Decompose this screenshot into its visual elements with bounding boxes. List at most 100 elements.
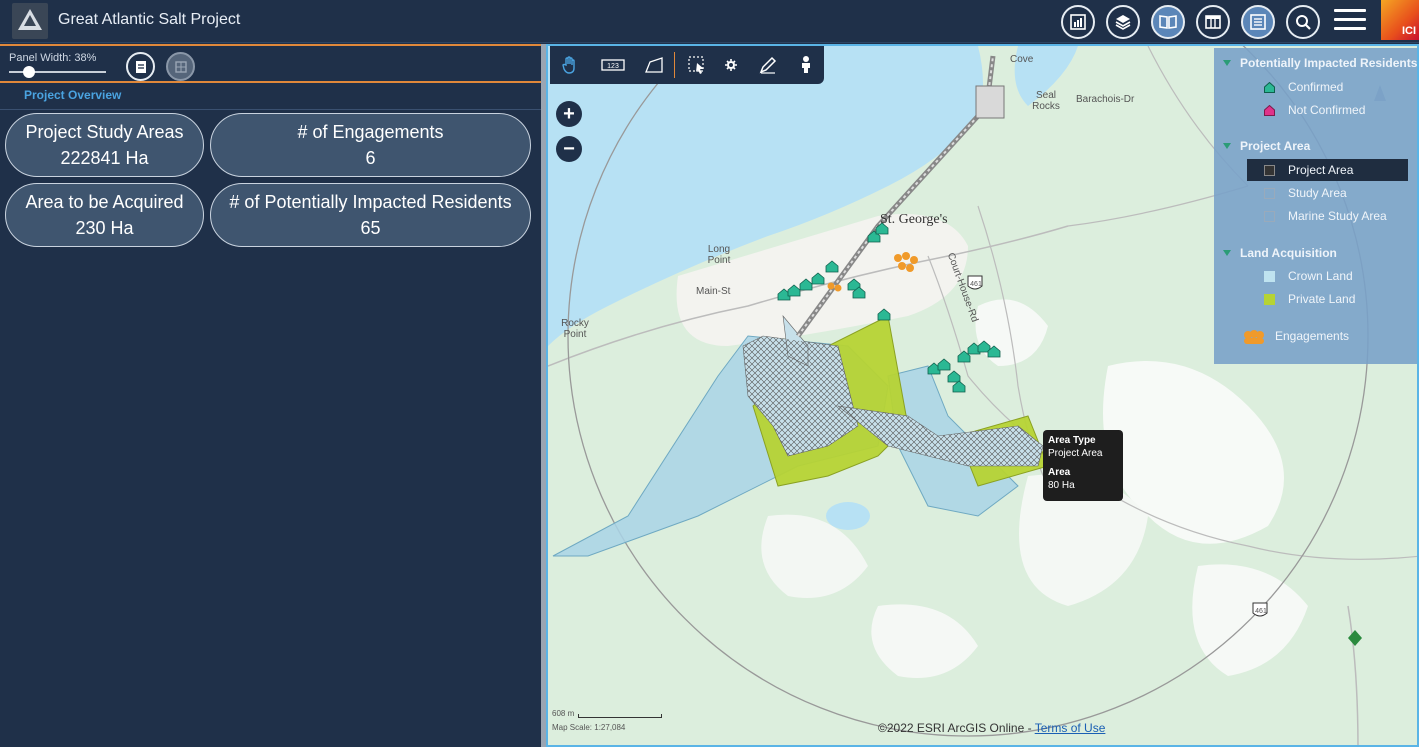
tab-project-overview[interactable]: Project Overview bbox=[24, 88, 121, 102]
street-view-tool[interactable] bbox=[795, 55, 817, 75]
list-button[interactable] bbox=[1241, 5, 1275, 39]
menu-button[interactable] bbox=[1334, 9, 1366, 33]
chart-button[interactable] bbox=[1061, 5, 1095, 39]
collapse-triangle-icon[interactable] bbox=[1223, 60, 1231, 66]
brand-text: ICI bbox=[1401, 25, 1416, 37]
collapse-triangle-icon[interactable] bbox=[1223, 250, 1231, 256]
grid-view-button[interactable] bbox=[166, 52, 195, 81]
legend-item-not-confirmed[interactable]: Not Confirmed bbox=[1288, 103, 1365, 117]
measure-area-icon bbox=[645, 57, 663, 73]
study-area-swatch bbox=[1264, 188, 1275, 199]
measure-area-tool[interactable] bbox=[643, 55, 665, 75]
select-tool[interactable] bbox=[686, 55, 708, 75]
panel-width-slider-knob[interactable] bbox=[23, 66, 35, 78]
stat-value: 6 bbox=[365, 148, 376, 168]
collapse-triangle-icon[interactable] bbox=[1223, 143, 1231, 149]
table-button[interactable] bbox=[1196, 5, 1230, 39]
map-scale-text: Map Scale: 1:27,084 bbox=[552, 723, 626, 732]
book-icon bbox=[1159, 15, 1177, 29]
private-land-swatch bbox=[1264, 294, 1275, 305]
stat-title: Project Study Areas bbox=[25, 122, 184, 142]
project-area-swatch bbox=[1264, 165, 1275, 176]
scale-text: 608 m bbox=[552, 709, 575, 718]
grid-icon bbox=[174, 60, 187, 73]
legend-item-study-area[interactable]: Study Area bbox=[1288, 186, 1347, 200]
label-main-st: Main-St bbox=[696, 286, 731, 297]
settings-tool[interactable] bbox=[720, 55, 742, 75]
list-icon bbox=[1250, 14, 1266, 30]
overview-panel: Panel Width: 38% Project Overview Projec… bbox=[0, 44, 541, 747]
stat-value: 65 bbox=[360, 218, 381, 238]
zoom-in-button[interactable]: + bbox=[556, 101, 582, 127]
label-long-point: Long Point bbox=[707, 244, 731, 266]
toolbar-separator bbox=[674, 52, 675, 78]
label-town: St. George's bbox=[880, 212, 948, 227]
street-view-icon bbox=[802, 56, 810, 73]
legend-item-project-area[interactable]: Project Area bbox=[1288, 163, 1353, 177]
terms-of-use-link[interactable]: Terms of Use bbox=[1035, 721, 1106, 735]
draw-icon bbox=[759, 56, 777, 74]
legend-group-land-acquisition[interactable]: Land Acquisition bbox=[1240, 246, 1337, 260]
draw-tool[interactable] bbox=[757, 55, 779, 75]
label-cove: Cove bbox=[1010, 54, 1034, 65]
map-view[interactable]: St. George's Long Point Rocky Point Seal… bbox=[546, 44, 1419, 747]
legend-item-confirmed[interactable]: Confirmed bbox=[1288, 80, 1343, 94]
chart-icon bbox=[1070, 14, 1086, 30]
scale-bar bbox=[578, 714, 662, 718]
legend-item-marine-study-area[interactable]: Marine Study Area bbox=[1288, 209, 1387, 223]
pan-icon bbox=[562, 56, 575, 74]
atlas-logo bbox=[12, 3, 48, 39]
stat-card-study-areas: Project Study Areas 222841 Ha bbox=[5, 113, 204, 177]
stat-card-engagements: # of Engagements 6 bbox=[210, 113, 531, 177]
legend-item-engagements[interactable]: Engagements bbox=[1275, 329, 1349, 343]
document-icon bbox=[135, 60, 146, 73]
stat-value: 222841 Ha bbox=[60, 148, 149, 168]
settings-icon bbox=[725, 59, 737, 71]
legend-group-residents[interactable]: Potentially Impacted Residents bbox=[1240, 56, 1417, 70]
engagements-icon bbox=[1244, 330, 1264, 344]
label-barachois: Barachois-Dr bbox=[1076, 94, 1135, 105]
crown-land-swatch bbox=[1264, 271, 1275, 282]
legend-group-project-area[interactable]: Project Area bbox=[1240, 139, 1310, 153]
confirmed-marker-icon bbox=[1264, 82, 1275, 93]
attribution: ©2022 ESRI ArcGIS Online - Terms of Use bbox=[878, 721, 1105, 735]
feature-popup: Area Type Project Area Area 80 Ha bbox=[1043, 430, 1123, 501]
table-icon bbox=[1205, 15, 1221, 29]
svg-text:123: 123 bbox=[607, 63, 619, 70]
popup-label-area: Area bbox=[1048, 467, 1071, 478]
layers-icon bbox=[1115, 15, 1131, 30]
panel-width-label: Panel Width: 38% bbox=[9, 52, 97, 64]
ici-brand-logo: ICI bbox=[1381, 0, 1419, 40]
layers-button[interactable] bbox=[1106, 5, 1140, 39]
measure-distance-icon: 123 bbox=[601, 59, 625, 71]
stat-card-impacted-residents: # of Potentially Impacted Residents 65 bbox=[210, 183, 531, 247]
search-button[interactable] bbox=[1286, 5, 1320, 39]
app-title: Great Atlantic Salt Project bbox=[58, 11, 241, 28]
label-seal-rocks: Seal Rocks bbox=[1032, 90, 1060, 112]
stat-title: # of Potentially Impacted Residents bbox=[229, 192, 512, 212]
marine-study-area-swatch bbox=[1264, 211, 1275, 222]
map-legend: Potentially Impacted Residents Confirmed… bbox=[1214, 48, 1417, 364]
legend-item-crown-land[interactable]: Crown Land bbox=[1288, 269, 1353, 283]
select-icon bbox=[688, 56, 704, 74]
panel-tabs: Project Overview bbox=[0, 84, 541, 110]
stat-title: Area to be Acquired bbox=[25, 192, 184, 212]
stat-card-area-acquired: Area to be Acquired 230 Ha bbox=[5, 183, 204, 247]
popup-value-area: 80 Ha bbox=[1048, 480, 1075, 491]
label-route-461-north: 461 bbox=[970, 281, 982, 288]
label-route-461-south: 461 bbox=[1255, 608, 1267, 615]
measure-distance-tool[interactable]: 123 bbox=[601, 55, 625, 75]
popup-value-area-type: Project Area bbox=[1048, 448, 1103, 459]
zoom-out-button[interactable]: − bbox=[556, 136, 582, 162]
stat-title: # of Engagements bbox=[297, 122, 444, 142]
search-icon bbox=[1296, 15, 1311, 30]
not-confirmed-marker-icon bbox=[1264, 105, 1275, 116]
legend-item-private-land[interactable]: Private Land bbox=[1288, 292, 1355, 306]
panel-toolbar: Panel Width: 38% bbox=[0, 44, 541, 83]
pan-tool[interactable] bbox=[559, 55, 581, 75]
label-rocky-point: Rocky Point bbox=[561, 318, 589, 340]
book-button[interactable] bbox=[1151, 5, 1185, 39]
popup-label-area-type: Area Type bbox=[1048, 435, 1096, 446]
overview-list-button[interactable] bbox=[126, 52, 155, 81]
stat-value: 230 Ha bbox=[75, 218, 134, 238]
